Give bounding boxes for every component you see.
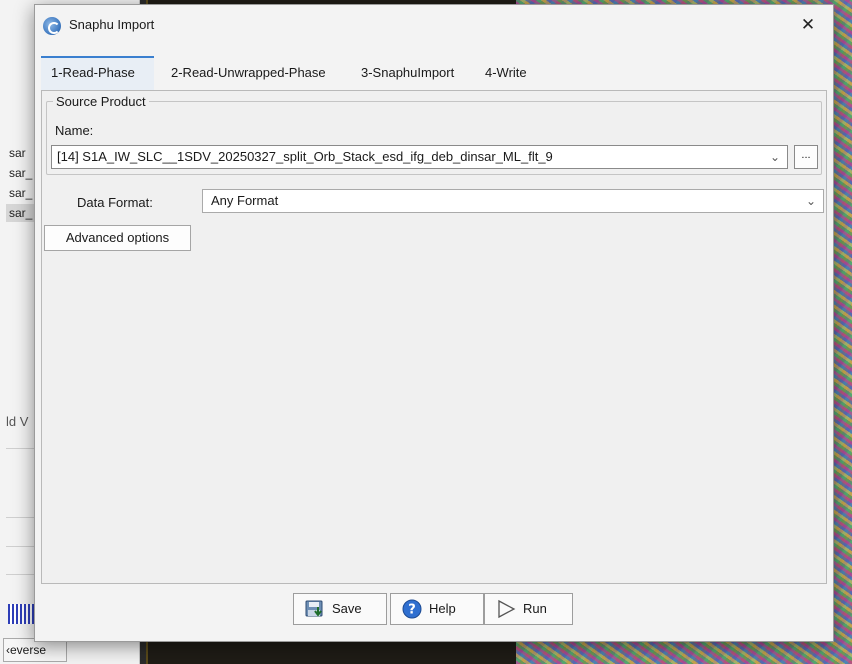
tab-snaphu-import[interactable]: 3-SnaphuImport (351, 56, 464, 90)
tab-read-phase[interactable]: 1-Read-Phase (41, 56, 154, 90)
run-button[interactable]: Run (484, 593, 573, 625)
divider (6, 517, 36, 518)
source-product-legend: Source Product (53, 94, 149, 109)
divider (6, 546, 36, 547)
snaphu-import-dialog: Snaphu Import ✕ 1-Read-Phase 2-Read-Unwr… (34, 4, 834, 642)
color-legend-bar (8, 604, 34, 624)
help-button[interactable]: ? Help (390, 593, 484, 625)
tab-bar: 1-Read-Phase 2-Read-Unwrapped-Phase 3-Sn… (41, 56, 827, 90)
save-button[interactable]: Save (293, 593, 387, 625)
close-button[interactable]: ✕ (795, 12, 821, 38)
advanced-options-button[interactable]: Advanced options (44, 225, 191, 251)
data-format-label: Data Format: (77, 195, 153, 210)
data-format-select[interactable]: Any Format ⌄ (202, 189, 824, 213)
divider (6, 574, 36, 575)
source-product-value: [14] S1A_IW_SLC__1SDV_20250327_split_Orb… (57, 149, 553, 164)
tab-read-unwrapped-phase[interactable]: 2-Read-Unwrapped-Phase (161, 56, 336, 90)
divider (6, 448, 36, 449)
save-icon (304, 598, 326, 620)
data-format-value: Any Format (211, 193, 279, 208)
source-product-select[interactable]: [14] S1A_IW_SLC__1SDV_20250327_split_Orb… (51, 145, 788, 169)
play-icon (495, 598, 517, 620)
chevron-down-icon: ⌄ (770, 150, 781, 164)
dialog-title: Snaphu Import (69, 17, 155, 32)
svg-text:?: ? (408, 603, 416, 618)
tab-content-panel: Source Product Name: [14] S1A_IW_SLC__1S… (41, 90, 827, 584)
tab-write[interactable]: 4-Write (475, 56, 537, 90)
snap-app-icon (43, 17, 61, 35)
help-icon: ? (401, 598, 423, 620)
chevron-down-icon: ⌄ (806, 194, 817, 208)
dialog-footer: Save ? Help Run (35, 587, 833, 637)
help-label: Help (429, 601, 456, 616)
save-label: Save (332, 601, 362, 616)
title-bar[interactable]: Snaphu Import ✕ (35, 5, 833, 45)
background-label: ld V (6, 414, 29, 429)
name-label: Name: (55, 123, 94, 138)
browse-button[interactable]: ... (794, 145, 818, 169)
run-label: Run (523, 601, 547, 616)
source-product-group: Source Product Name: [14] S1A_IW_SLC__1S… (46, 94, 822, 175)
